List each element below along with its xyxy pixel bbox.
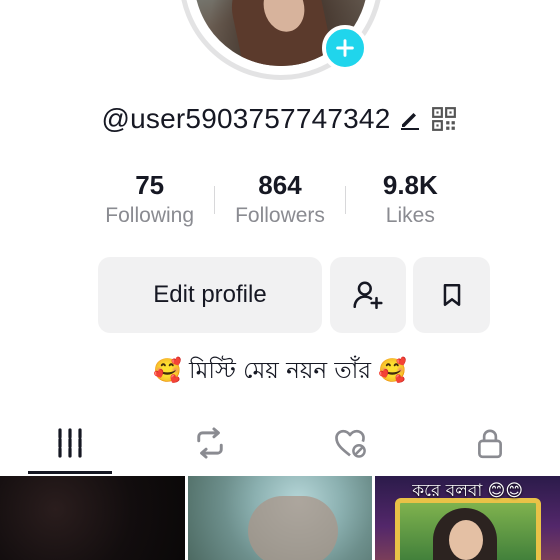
repost-icon: [197, 427, 223, 459]
edit-username-button[interactable]: [396, 105, 424, 133]
profile-bio: 🥰 মিস্টি মেয় নয়ন তাঁর 🥰: [153, 358, 407, 384]
tab-private[interactable]: [420, 412, 560, 474]
liked-heart-icon: [335, 429, 366, 458]
username: @user5903757747342: [101, 103, 391, 134]
qr-code-icon: [432, 107, 457, 131]
stat-following[interactable]: 75 Following: [85, 168, 214, 238]
add-friends-button[interactable]: [330, 257, 406, 333]
followers-count: 864: [258, 170, 302, 200]
bookmark-icon: [443, 284, 460, 306]
stat-followers[interactable]: 864 Followers: [215, 168, 344, 238]
pencil-icon: [401, 113, 420, 130]
video-thumbnail[interactable]: করে বলবা 😊😊: [375, 476, 560, 560]
likes-label: Likes: [385, 204, 435, 227]
following-count: 75: [135, 170, 165, 200]
edit-profile-button[interactable]: Edit profile: [98, 257, 322, 333]
profile-stats: 75 Following 864 Followers 9.8K Likes: [85, 168, 475, 238]
username-row: @user5903757747342: [0, 98, 560, 140]
stat-likes[interactable]: 9.8K Likes: [346, 168, 475, 238]
add-avatar-button[interactable]: [322, 25, 368, 71]
video-thumbnail[interactable]: [187, 476, 373, 560]
video-grid: করে বলবা 😊😊: [0, 476, 560, 560]
tab-liked[interactable]: [280, 412, 420, 474]
thumbnail-image-detail: [247, 496, 338, 560]
following-label: Following: [105, 204, 195, 227]
video-thumbnail[interactable]: [0, 476, 185, 560]
add-person-icon: [353, 281, 383, 310]
qr-code-button[interactable]: [430, 105, 458, 133]
likes-count: 9.8K: [382, 170, 438, 200]
tab-videos[interactable]: [0, 412, 140, 474]
profile-tabs: [0, 412, 560, 474]
grid-icon: [58, 428, 82, 458]
plus-icon: [336, 39, 354, 57]
tab-reposts[interactable]: [140, 412, 280, 474]
favorites-button[interactable]: [413, 257, 490, 333]
followers-label: Followers: [235, 204, 325, 227]
video-caption: করে বলবা 😊😊: [412, 481, 524, 501]
lock-icon: [478, 429, 502, 459]
